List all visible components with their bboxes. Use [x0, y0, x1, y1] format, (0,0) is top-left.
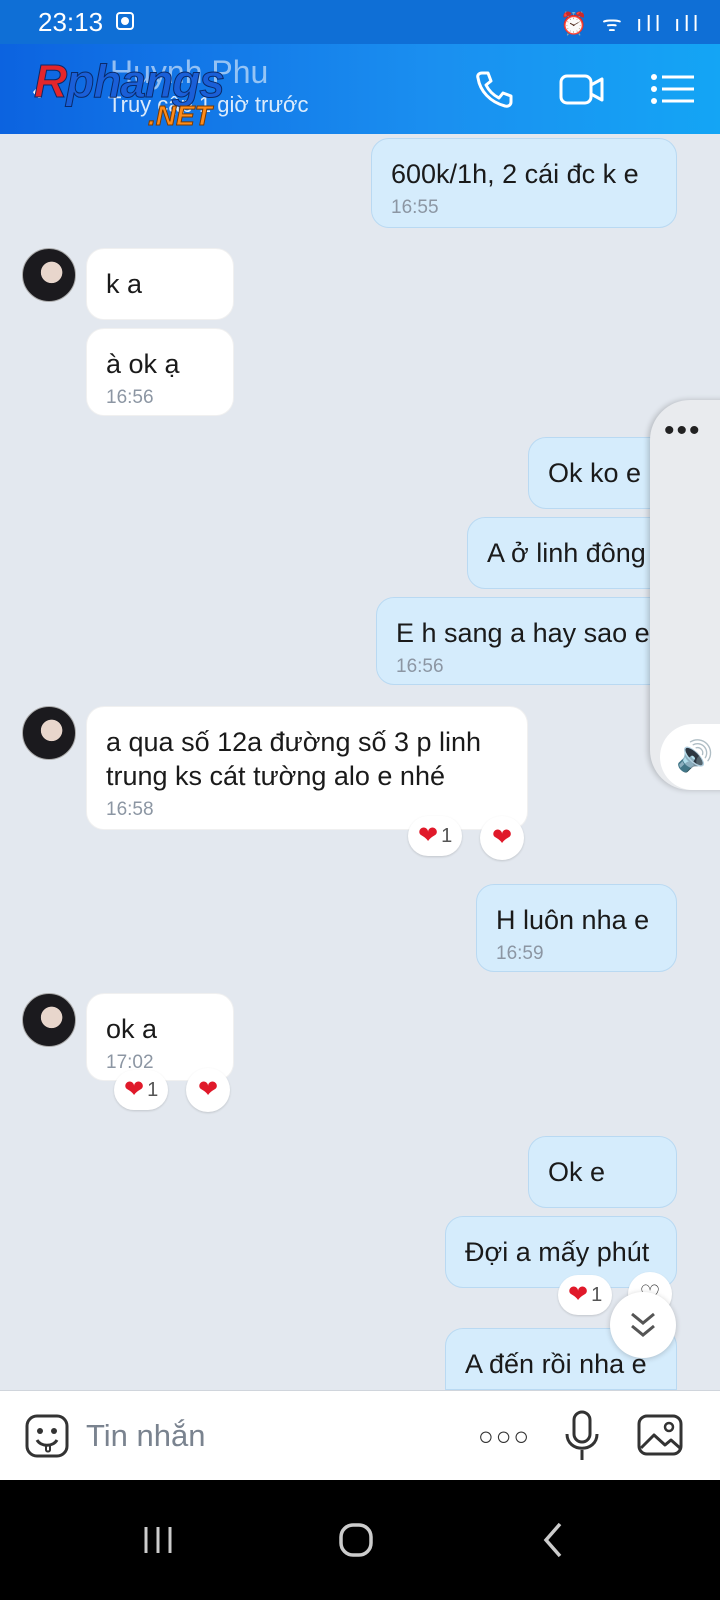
notification-icon [116, 12, 134, 30]
react-heart-button[interactable]: ❤ [480, 816, 524, 860]
reaction-summary[interactable]: ❤ 1 [558, 1275, 613, 1315]
floating-side-panel[interactable]: ••• 🔊 [650, 400, 720, 790]
double-chevron-down-icon [631, 1312, 655, 1337]
system-icons: ⏰ ᯤ ıll ıll [560, 11, 702, 36]
scroll-to-bottom-button[interactable] [610, 1292, 676, 1358]
menu-list-icon[interactable] [650, 69, 698, 109]
message-bubble-outgoing[interactable]: H luôn nha e 16:59 [476, 884, 677, 972]
system-navigation-bar [0, 1480, 720, 1600]
recent-apps-icon[interactable] [128, 1510, 188, 1570]
message-bubble-outgoing[interactable]: E h sang a hay sao e 16:56 [376, 597, 688, 685]
contact-avatar[interactable] [22, 706, 76, 760]
message-bubble-outgoing[interactable]: 600k/1h, 2 cái đc k e 16:55 [371, 138, 677, 228]
status-bar: 23:13 ⏰ ᯤ ıll ıll [0, 0, 720, 44]
back-icon[interactable] [524, 1510, 584, 1570]
heart-icon: ❤ [197, 1076, 219, 1103]
message-time: 16:59 [496, 943, 544, 964]
sticker-emoji-icon[interactable] [24, 1413, 70, 1459]
react-heart-button[interactable]: ❤ [186, 1068, 230, 1112]
message-input[interactable] [86, 1411, 446, 1461]
heart-icon: ❤ [418, 822, 439, 849]
heart-icon: ❤ [491, 824, 513, 851]
reaction-summary[interactable]: ❤ 1 [408, 816, 463, 856]
message-time: 16:56 [106, 387, 154, 408]
reaction-summary[interactable]: ❤ 1 [114, 1070, 169, 1110]
video-call-icon[interactable] [558, 69, 606, 109]
heart-icon: ❤ [124, 1076, 145, 1103]
message-input-bar: ○○○ [0, 1390, 720, 1480]
speaker-icon[interactable]: 🔊 [660, 724, 720, 790]
message-bubble-incoming[interactable]: a qua số 12a đường số 3 p linh trung ks … [86, 706, 528, 830]
message-bubble-outgoing[interactable]: Ok e [528, 1136, 677, 1208]
message-time: 16:56 [396, 656, 444, 677]
message-bubble-incoming[interactable]: k a [86, 248, 234, 320]
phone-call-icon[interactable] [470, 69, 518, 109]
chat-header: ‹ Huynh Phu Truy cập 1 giờ trước Rphangs… [0, 44, 720, 134]
contact-avatar[interactable] [22, 248, 76, 302]
home-icon[interactable] [326, 1510, 386, 1570]
status-time: 23:13 [38, 7, 104, 37]
watermark-net: .NET [148, 100, 213, 132]
more-options-icon[interactable]: ○○○ [478, 1421, 531, 1452]
heart-icon: ❤ [568, 1281, 589, 1308]
microphone-icon[interactable] [562, 1409, 602, 1463]
message-bubble-incoming[interactable]: à ok ạ 16:56 [86, 328, 234, 416]
contact-avatar[interactable] [22, 993, 76, 1047]
message-time: 16:55 [391, 197, 439, 218]
image-gallery-icon[interactable] [636, 1411, 684, 1459]
more-dots-icon[interactable]: ••• [664, 414, 702, 448]
